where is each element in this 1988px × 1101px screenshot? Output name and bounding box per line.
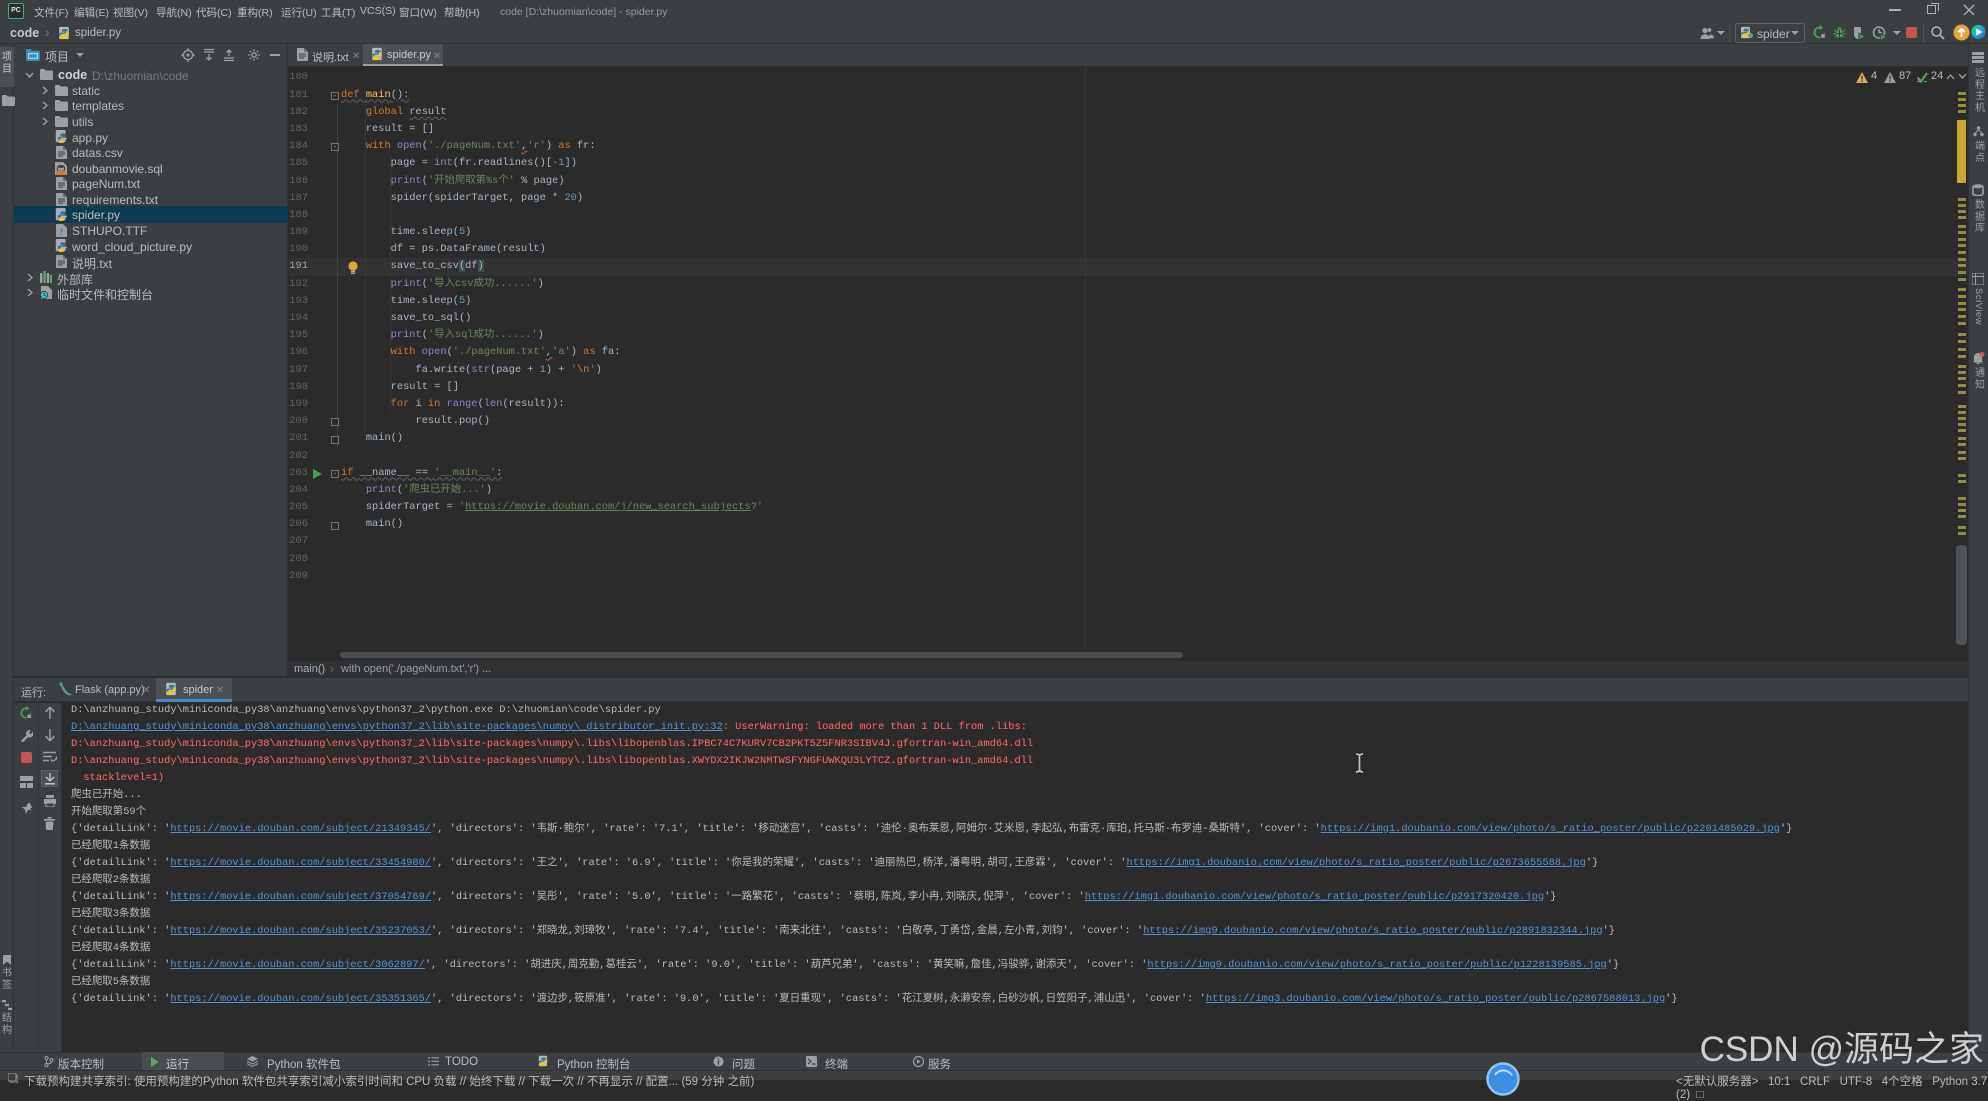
svg-text:?: ?	[59, 227, 64, 237]
